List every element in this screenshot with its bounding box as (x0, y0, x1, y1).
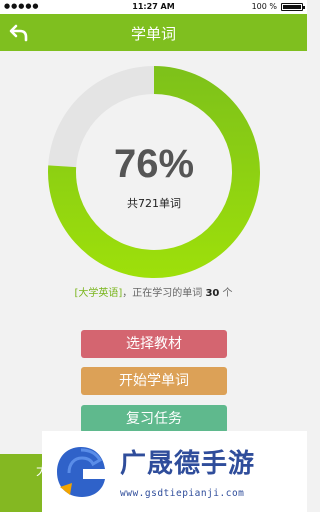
status-bar: ●●●●● 11:27 AM 100 % (0, 0, 307, 14)
watermark-url: www.gsdtiepianji.com (120, 488, 245, 499)
battery-percent: 100 % (251, 2, 277, 11)
progress-percent: 76% (113, 142, 195, 186)
learning-status: [大学英语]，正在学习的单词 30 个 (0, 284, 307, 299)
battery-icon (281, 3, 305, 11)
learning-unit: 个 (219, 288, 233, 299)
watermark-brand: 广晟德手游 (120, 449, 256, 479)
watermark: 广晟德手游 www.gsdtiepianji.com (42, 431, 307, 512)
watermark-logo-icon (57, 447, 105, 497)
page-title: 学单词 (130, 25, 176, 43)
choose-textbook-button[interactable]: 选择教材 (81, 330, 227, 358)
total-words: 共721单词 (127, 197, 181, 210)
progress-ring: 76% 共721单词 (46, 64, 262, 280)
textbook-name: [大学英语] (74, 288, 123, 299)
app-header: 学单词 (0, 14, 307, 51)
review-task-button[interactable]: 复习任务 (81, 405, 227, 433)
start-learning-button[interactable]: 开始学单词 (81, 367, 227, 395)
learning-text: ，正在学习的单词 (122, 288, 206, 299)
learning-count: 30 (205, 288, 220, 299)
